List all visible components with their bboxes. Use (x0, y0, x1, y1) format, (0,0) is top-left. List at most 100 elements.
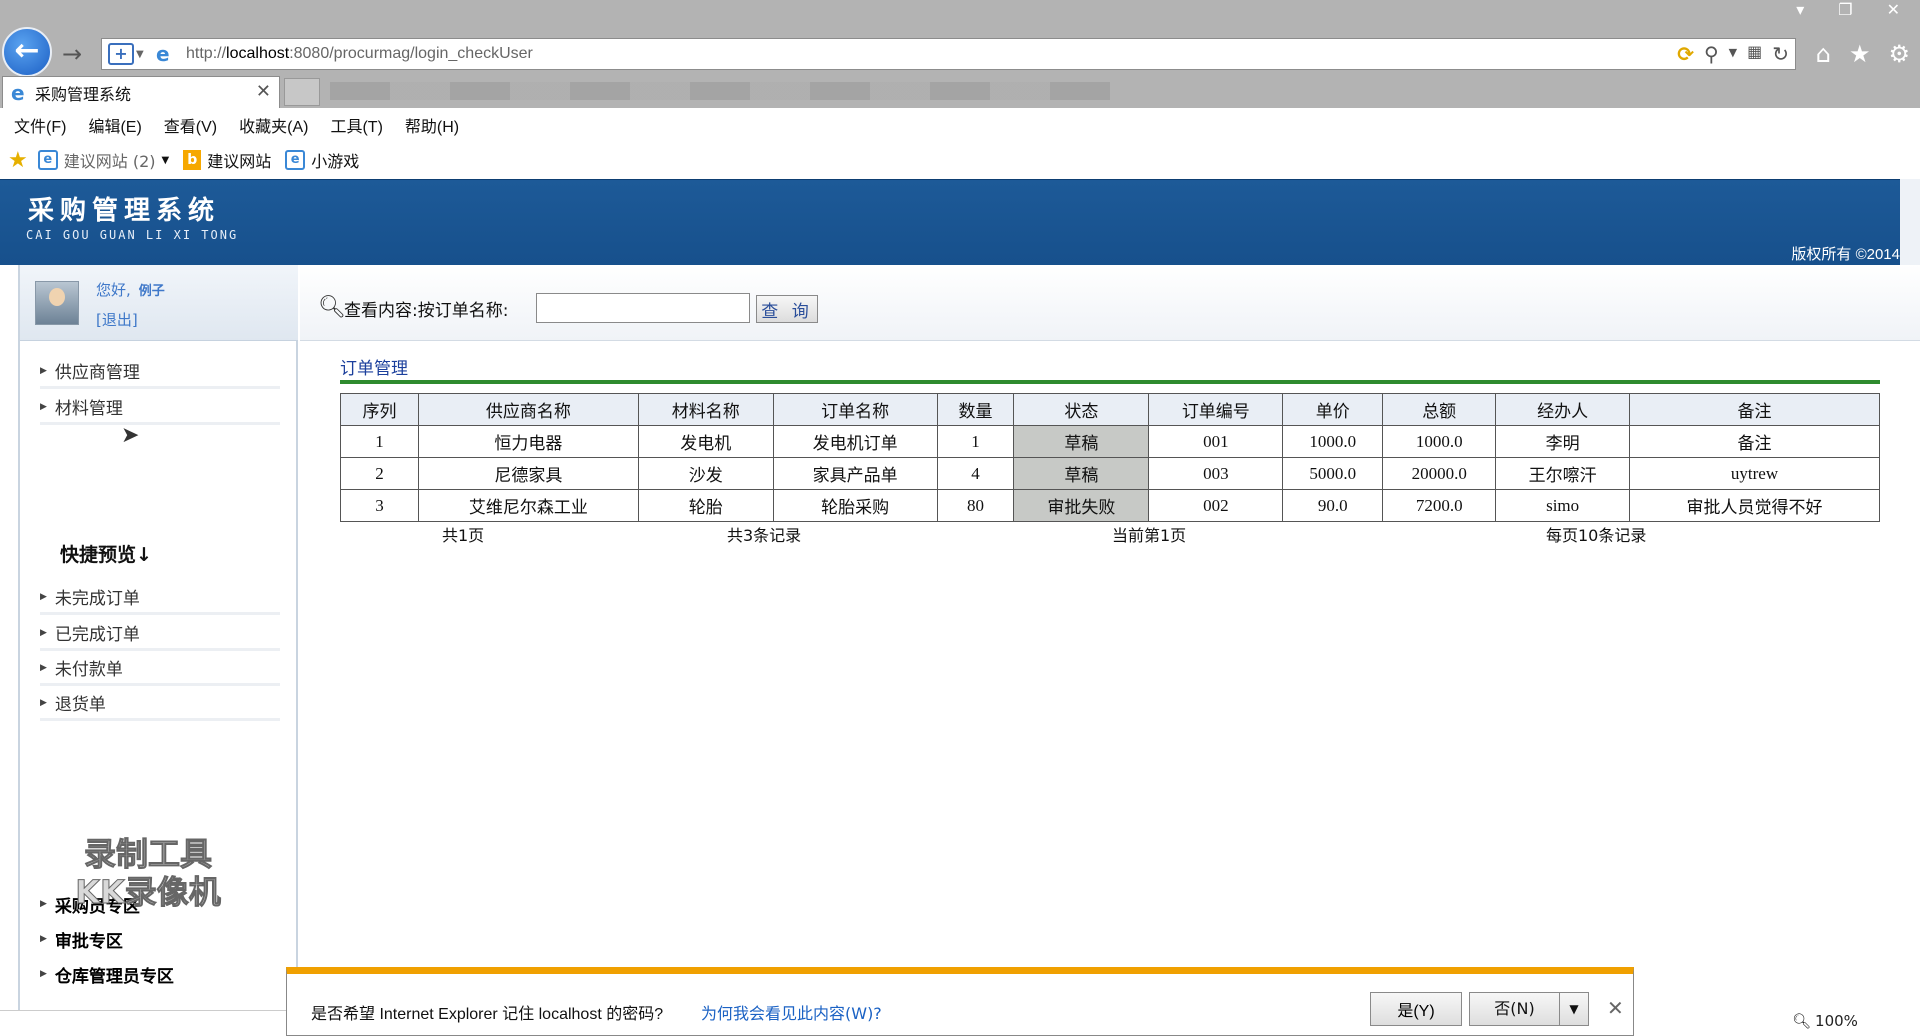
chevron-down-icon[interactable]: ▼ (1729, 42, 1737, 66)
why-link[interactable]: 为何我会看见此内容(W)? (701, 1000, 882, 1024)
yes-button[interactable]: 是(Y) (1370, 992, 1462, 1026)
app-subtitle: CAI GOU GUAN LI XI TONG (26, 228, 239, 242)
cell-unit-price: 1000.0 (1282, 425, 1384, 458)
close-icon[interactable]: ✕ (1607, 996, 1624, 1020)
cell-status[interactable]: 草稿 (1013, 457, 1150, 490)
caret-right-icon: ▶ (40, 969, 47, 979)
chevron-down-icon: ▼ (161, 154, 170, 166)
menu-edit[interactable]: 编辑(E) (88, 113, 141, 137)
records-per-page: 每页10条记录 (1546, 526, 1647, 545)
new-tab-button[interactable] (284, 78, 320, 106)
menu-help[interactable]: 帮助(H) (405, 113, 459, 137)
zoom-level[interactable]: 🔍︎ 100% (1792, 1012, 1858, 1030)
address-bar[interactable]: + ▼ e http://localhost:8080/procurmag/lo… (101, 38, 1796, 70)
menu-tools[interactable]: 工具(T) (330, 113, 382, 137)
cell-supplier: 恒力电器 (417, 425, 639, 458)
cell-order-no: 002 (1148, 489, 1284, 522)
ie-page-icon: e (11, 80, 25, 105)
no-button[interactable]: 否(N) ▼ (1469, 992, 1589, 1026)
cell-remark: 备注 (1629, 425, 1880, 458)
sidebar-item-unfinished-orders[interactable]: ▶ 未完成订单 (40, 581, 280, 615)
shield-plus-icon[interactable]: + (108, 43, 134, 65)
forward-button[interactable]: → (62, 40, 92, 68)
logout-link[interactable]: [退出] (96, 309, 138, 330)
col-header-remark: 备注 (1629, 393, 1880, 426)
recorder-watermark: 录制工具 KK录像机 (48, 835, 248, 912)
table-row[interactable]: 1 恒力电器 发电机 发电机订单 1 草稿 001 1000.0 1000.0 … (340, 425, 1880, 458)
cell-total: 1000.0 (1382, 425, 1497, 458)
app-banner: 采购管理系统 CAI GOU GUAN LI XI TONG 版权所有 ©201… (0, 179, 1900, 265)
caret-right-icon: ▶ (40, 662, 47, 673)
tab-title: 采购管理系统 (35, 86, 132, 104)
gear-icon[interactable]: ⚙ (1888, 40, 1910, 68)
query-button[interactable]: 查 询 (756, 295, 818, 323)
col-header-total: 总额 (1382, 393, 1497, 426)
cell-index: 2 (340, 457, 419, 490)
caret-right-icon: ▶ (40, 899, 47, 909)
cell-handler: 李明 (1495, 425, 1631, 458)
favorites-star-icon[interactable]: ★ (1849, 40, 1871, 68)
menu-file[interactable]: 文件(F) (14, 113, 66, 137)
close-window-icon[interactable]: ✕ (1887, 0, 1900, 19)
tab-active[interactable]: e 采购管理系统 ✕ (2, 76, 280, 108)
fav-suggested-sites[interactable]: b 建议网站 (183, 148, 271, 172)
cell-quantity: 1 (936, 425, 1015, 458)
minimize-icon[interactable]: ▾ (1796, 0, 1804, 19)
url-text[interactable]: http://localhost:8080/procurmag/login_ch… (186, 45, 533, 63)
compat-page-icon[interactable]: ▦ (1747, 42, 1762, 66)
favorites-star-icon[interactable]: ★ (8, 148, 28, 173)
caret-right-icon: ▶ (40, 697, 47, 708)
quick-preview-title: 快捷预览↓ (60, 544, 152, 566)
table-header-row: 序列 供应商名称 材料名称 订单名称 数量 状态 订单编号 单价 总额 经办人 … (340, 393, 1880, 426)
total-records: 共3条记录 (727, 526, 802, 545)
menu-favorites[interactable]: 收藏夹(A) (239, 113, 308, 137)
watermark-line: KK录像机 (75, 873, 222, 912)
current-page: 当前第1页 (1112, 526, 1187, 545)
scrollbar-track[interactable] (1900, 179, 1920, 265)
menu-view[interactable]: 查看(V) (164, 113, 217, 137)
user-name: 例子 (138, 284, 165, 299)
sidebar-item-label: 已完成订单 (54, 625, 140, 645)
order-name-search-input[interactable] (536, 293, 750, 323)
cell-order-no: 001 (1148, 425, 1284, 458)
cell-unit-price: 90.0 (1282, 489, 1384, 522)
sidebar-item-unpaid-orders[interactable]: ▶ 未付款单 (40, 652, 280, 686)
col-header-quantity: 数量 (936, 393, 1015, 426)
url-host: localhost (226, 45, 290, 62)
copyright: 版权所有 ©2014 (1791, 246, 1900, 263)
sidebar-item-return-orders[interactable]: ▶ 退货单 (40, 687, 280, 721)
sidebar-item-material-management[interactable]: ▶ 材料管理 (40, 391, 280, 425)
fav-suggested-sites-dropdown[interactable]: e 建议网站 (2) ▼ (37, 148, 170, 172)
col-header-unit-price: 单价 (1282, 393, 1384, 426)
cell-status[interactable]: 审批失败 (1013, 489, 1150, 522)
search-icon[interactable]: ⚲ (1704, 42, 1719, 66)
home-icon[interactable]: ⌂ (1816, 40, 1831, 68)
sidebar-item-finished-orders[interactable]: ▶ 已完成订单 (40, 617, 280, 651)
cell-status[interactable]: 草稿 (1013, 425, 1150, 458)
caret-right-icon: ▶ (40, 627, 47, 638)
table-row[interactable]: 2 尼德家具 沙发 家具产品单 4 草稿 003 5000.0 20000.0 … (340, 457, 1880, 490)
no-button-label[interactable]: 否(N) (1470, 993, 1560, 1025)
refresh-icon[interactable]: ↻ (1772, 42, 1789, 66)
sidebar-item-approval-zone[interactable]: ▶ 审批专区 (40, 922, 280, 956)
chevron-down-icon[interactable]: ▼ (1560, 1002, 1588, 1016)
tab-close-icon[interactable]: ✕ (256, 81, 271, 102)
sidebar-item-supplier-management[interactable]: ▶ 供应商管理 (40, 355, 280, 389)
restore-icon[interactable]: ❐ (1838, 0, 1852, 19)
fav-mini-games[interactable]: e 小游戏 (285, 148, 359, 172)
ie-page-icon: e (156, 42, 170, 66)
ie-page-icon: e (37, 150, 58, 170)
sidebar-item-warehouse-zone[interactable]: ▶ 仓库管理员专区 (40, 957, 280, 991)
watermark-line: 录制工具 (83, 835, 212, 874)
greeting-text: 您好, (96, 281, 131, 299)
chevron-down-icon[interactable]: ▼ (136, 49, 150, 60)
sidebar-item-label: 退货单 (54, 695, 106, 715)
sidebar-item-label: 未付款单 (54, 660, 123, 680)
address-bar-actions: ⟳ ⚲ ▼ ▦ ↻ (1677, 42, 1789, 66)
pagination-info: 共1页 共3条记录 当前第1页 每页10条记录 (340, 522, 1880, 548)
cell-quantity: 80 (936, 489, 1015, 522)
fav-label: 小游戏 (311, 152, 360, 171)
compatibility-view-icon[interactable]: ⟳ (1677, 42, 1694, 66)
back-button[interactable]: ← (2, 27, 52, 77)
table-row[interactable]: 3 艾维尼尔森工业 轮胎 轮胎采购 80 审批失败 002 90.0 7200.… (340, 489, 1880, 522)
